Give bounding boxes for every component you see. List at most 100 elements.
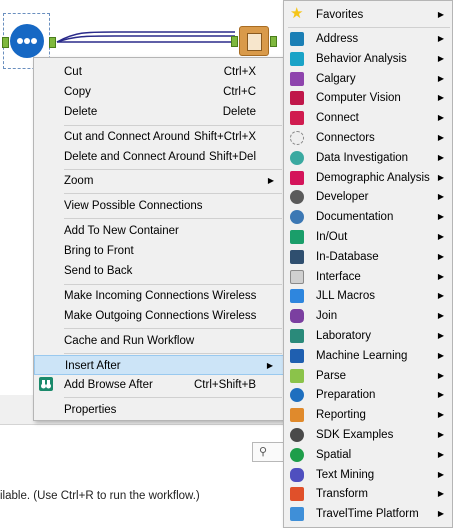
submenu-arrow-icon: ▶ (437, 311, 444, 321)
menu-item-add-to-new-container[interactable]: Add To New Container (34, 221, 284, 241)
menu-item-cache-and-run-workflow[interactable]: Cache and Run Workflow (34, 331, 284, 351)
submenu-item-demographic-analysis[interactable]: Demographic Analysis ▶ (284, 168, 452, 188)
documentation-icon (290, 210, 304, 225)
sdk-examples-icon (290, 428, 304, 442)
jll-macros-icon (290, 289, 304, 304)
traveltime-platform-icon (290, 507, 304, 522)
menu-item-make-incoming-wireless[interactable]: Make Incoming Connections Wireless (34, 286, 284, 306)
submenu-arrow-icon: ▶ (266, 361, 273, 370)
submenu-item-preparation[interactable]: Preparation ▶ (284, 385, 452, 405)
submenu-arrow-icon: ▶ (437, 53, 444, 63)
submenu-item-laboratory[interactable]: Laboratory ▶ (284, 326, 452, 346)
submenu-item-traveltime-platform[interactable]: TravelTime Platform ▶ (284, 504, 452, 524)
menu-item-send-to-back[interactable]: Send to Back (34, 261, 284, 281)
in-out-icon (290, 230, 304, 244)
menu-separator (288, 27, 450, 28)
submenu-arrow-icon: ▶ (437, 10, 444, 19)
machine-learning-icon (290, 348, 304, 363)
submenu-item-in-database[interactable]: In-Database ▶ (284, 247, 452, 267)
menu-separator (64, 218, 282, 219)
menu-separator (64, 169, 282, 170)
submenu-item-developer[interactable]: Developer ▶ (284, 187, 452, 207)
submenu-arrow-icon: ▶ (437, 133, 444, 142)
submenu-arrow-icon: ▶ (437, 232, 444, 241)
insert-after-submenu: ★ Favorites ▶ Address ▶ Behavior Analysis ▶ Cal… (283, 0, 453, 528)
submenu-item-interface[interactable]: Interface ▶ (284, 267, 452, 287)
submenu-arrow-icon: ▶ (437, 172, 444, 182)
menu-separator (64, 284, 282, 285)
submenu-arrow-icon: ▶ (437, 489, 444, 499)
menu-separator (64, 397, 282, 398)
submenu-arrow-icon: ▶ (437, 449, 444, 459)
preparation-icon (290, 388, 304, 403)
input-tool-icon[interactable] (10, 24, 44, 58)
menu-item-make-outgoing-wireless[interactable]: Make Outgoing Connections Wireless (34, 306, 284, 326)
menu-item-zoom[interactable]: Zoom ▶ (34, 171, 284, 191)
spatial-icon (290, 447, 304, 462)
reporting-icon (290, 408, 304, 423)
submenu-item-in-out[interactable]: In/Out ▶ (284, 227, 452, 247)
menu-item-delete-and-connect-around[interactable]: Delete and Connect Around Shift+Del (34, 147, 284, 167)
submenu-arrow-icon: ▶ (437, 509, 444, 519)
search-icon: ⚲ (259, 446, 268, 458)
menu-separator (64, 353, 282, 354)
data-investigation-icon (290, 150, 304, 165)
menu-item-copy[interactable]: Copy Ctrl+C (34, 82, 284, 102)
menu-item-add-browse-after[interactable]: Add Browse After Ctrl+Shift+B (34, 375, 284, 395)
submenu-item-calgary[interactable]: Calgary ▶ (284, 69, 452, 89)
submenu-item-jll-macros[interactable]: JLL Macros ▶ (284, 286, 452, 306)
menu-item-cut-and-connect-around[interactable]: Cut and Connect Around Shift+Ctrl+X (34, 127, 284, 147)
behavior-analysis-icon (290, 51, 304, 66)
calgary-icon (290, 71, 304, 86)
menu-separator (64, 125, 282, 126)
submenu-item-transform[interactable]: Transform ▶ (284, 484, 452, 504)
menu-item-cut[interactable]: Cut Ctrl+X (34, 62, 284, 82)
browse-tool-icon[interactable] (239, 26, 269, 56)
submenu-item-connectors[interactable]: Connectors ▶ (284, 128, 452, 148)
submenu-arrow-icon: ▶ (437, 291, 444, 301)
connect-icon (290, 111, 304, 126)
star-icon: ★ (290, 5, 304, 22)
submenu-arrow-icon: ▶ (437, 212, 444, 222)
submenu-arrow-icon: ▶ (437, 192, 444, 202)
menu-item-delete[interactable]: Delete Delete (34, 102, 284, 122)
submenu-item-connect[interactable]: Connect ▶ (284, 108, 452, 128)
submenu-item-text-mining[interactable]: Text Mining ▶ (284, 465, 452, 485)
menu-item-view-possible-connections[interactable]: View Possible Connections (34, 196, 284, 216)
submenu-item-machine-learning[interactable]: Machine Learning ▶ (284, 346, 452, 366)
submenu-item-favorites[interactable]: ★ Favorites ▶ (284, 5, 452, 25)
menu-item-properties[interactable]: Properties (34, 400, 284, 420)
submenu-item-address[interactable]: Address ▶ (284, 29, 452, 49)
developer-icon (290, 190, 304, 205)
input-anchor[interactable] (2, 37, 9, 48)
submenu-arrow-icon: ▶ (437, 251, 444, 261)
menu-item-insert-after[interactable]: Insert After ▶ (34, 355, 284, 375)
menu-item-bring-to-front[interactable]: Bring to Front (34, 241, 284, 261)
submenu-item-computer-vision[interactable]: Computer Vision ▶ (284, 88, 452, 108)
submenu-item-sdk-examples[interactable]: SDK Examples ▶ (284, 425, 452, 445)
submenu-arrow-icon: ▶ (437, 34, 444, 43)
submenu-item-spatial[interactable]: Spatial ▶ (284, 445, 452, 465)
submenu-arrow-icon: ▶ (437, 73, 444, 83)
submenu-arrow-icon: ▶ (437, 331, 444, 340)
submenu-arrow-icon: ▶ (437, 93, 444, 103)
parse-icon (290, 368, 304, 383)
submenu-item-reporting[interactable]: Reporting ▶ (284, 405, 452, 425)
submenu-item-parse[interactable]: Parse ▶ (284, 366, 452, 386)
demographic-analysis-icon (290, 170, 304, 185)
submenu-item-documentation[interactable]: Documentation ▶ (284, 207, 452, 227)
submenu-arrow-icon: ▶ (437, 370, 444, 380)
tool-context-menu: Cut Ctrl+X Copy Ctrl+C Delete Delete Cut an… (33, 57, 285, 421)
connectors-icon (290, 131, 304, 145)
interface-icon (290, 269, 304, 284)
text-mining-icon (290, 467, 304, 482)
status-message: ilable. (Use Ctrl+R to run the workflow.… (0, 490, 200, 502)
submenu-item-behavior-analysis[interactable]: Behavior Analysis ▶ (284, 49, 452, 69)
browse-input-anchor[interactable] (231, 36, 238, 47)
submenu-item-data-investigation[interactable]: Data Investigation ▶ (284, 148, 452, 168)
submenu-arrow-icon: ▶ (437, 410, 444, 420)
in-database-icon (290, 249, 304, 264)
submenu-item-join[interactable]: Join ▶ (284, 306, 452, 326)
browse-output-anchor[interactable] (270, 36, 277, 47)
laboratory-icon (290, 329, 304, 343)
